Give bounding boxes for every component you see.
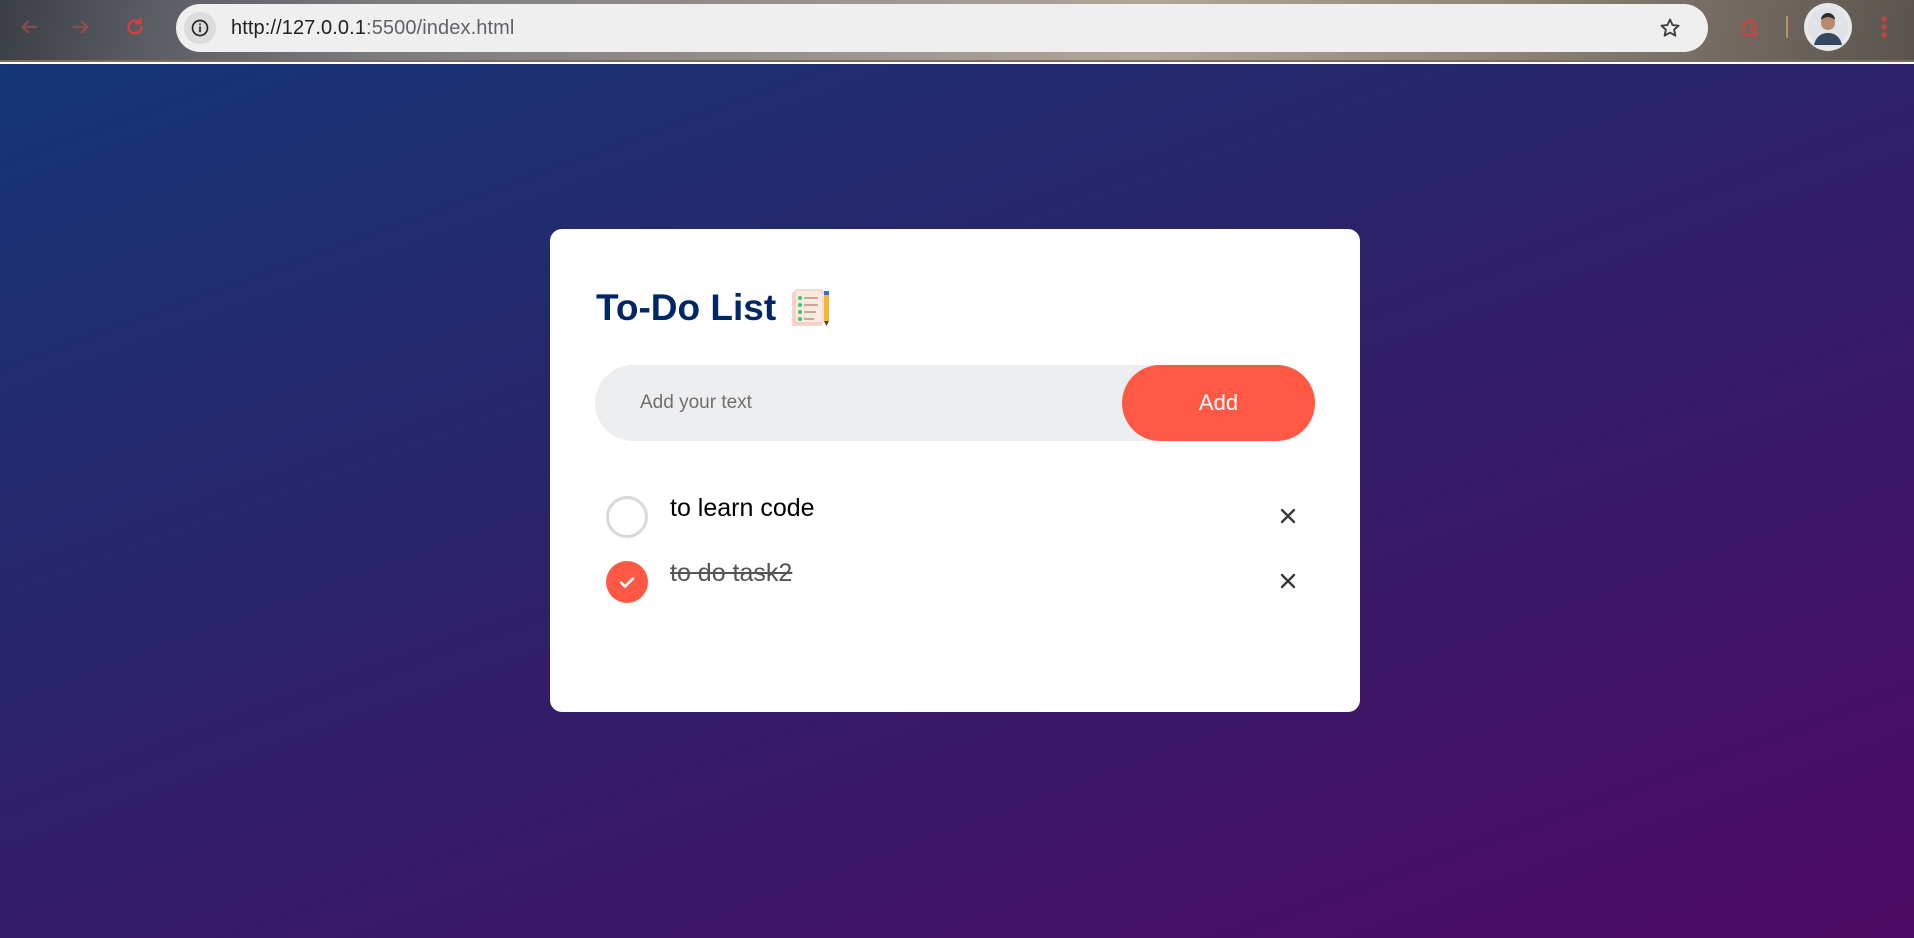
- browser-toolbar: http://127.0.0.1:5500/index.html: [0, 0, 1914, 62]
- url-path: :5500/index.html: [366, 17, 515, 39]
- reload-icon: [127, 17, 143, 35]
- info-icon: [191, 19, 209, 37]
- avatar-icon: [1808, 7, 1848, 47]
- reload-button[interactable]: [120, 12, 150, 42]
- forward-button[interactable]: [66, 12, 96, 42]
- toolbar-separator: [1786, 16, 1788, 38]
- close-icon: [1280, 573, 1296, 589]
- arrow-right-icon: [72, 20, 89, 34]
- task-checkbox[interactable]: [606, 496, 648, 538]
- bookmark-button[interactable]: [1656, 14, 1684, 42]
- title-row: To-Do List: [596, 287, 832, 329]
- delete-task-button[interactable]: [1270, 563, 1306, 599]
- list-item[interactable]: to do task2: [606, 549, 1306, 614]
- delete-task-button[interactable]: [1270, 498, 1306, 534]
- arrow-left-icon: [21, 20, 38, 34]
- task-checkbox-checked[interactable]: [606, 561, 648, 603]
- browser-menu-button[interactable]: [1870, 12, 1898, 42]
- close-icon: [1280, 508, 1296, 524]
- page-background: To-Do List Add to learn code: [0, 64, 1914, 938]
- notepad-icon: [792, 289, 830, 326]
- task-input[interactable]: [595, 365, 1115, 441]
- input-row: Add: [595, 365, 1315, 441]
- task-list: to learn code to do task2: [606, 484, 1306, 614]
- address-bar[interactable]: http://127.0.0.1:5500/index.html: [176, 4, 1708, 52]
- kebab-menu-icon: [1881, 16, 1887, 38]
- url-host: http://127.0.0.1: [231, 17, 367, 39]
- todo-card: To-Do List Add to learn code: [550, 229, 1360, 712]
- task-text: to do task2: [670, 559, 793, 587]
- profile-avatar[interactable]: [1804, 3, 1852, 51]
- url-text: http://127.0.0.1:5500/index.html: [231, 17, 514, 40]
- check-icon: [619, 577, 635, 588]
- list-item[interactable]: to learn code: [606, 484, 1306, 549]
- puzzle-icon: [1743, 18, 1757, 36]
- star-icon: [1660, 18, 1680, 37]
- back-button[interactable]: [14, 12, 44, 42]
- extensions-button[interactable]: [1736, 12, 1766, 42]
- task-text: to learn code: [670, 494, 815, 522]
- page-title: To-Do List: [596, 287, 777, 328]
- add-button[interactable]: Add: [1122, 365, 1315, 441]
- site-info-button[interactable]: [184, 12, 216, 44]
